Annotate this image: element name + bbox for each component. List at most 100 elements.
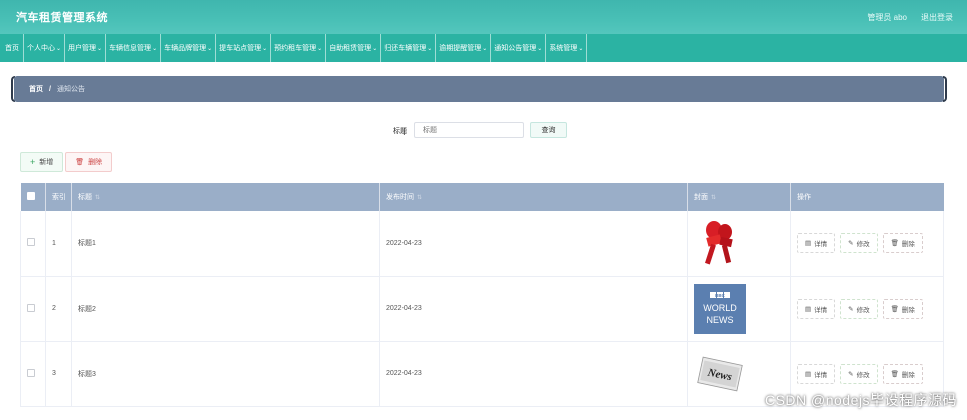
edit-button[interactable]: ✎ 修改 [840, 233, 878, 254]
header-date-label: 发布时间 [386, 194, 414, 201]
row-date: 2022-04-23 [379, 341, 688, 406]
header-cover-label: 封面 [694, 194, 708, 201]
delete-label: 删除 [88, 159, 103, 166]
row-ops: ▤ 详情 ✎ 修改 🗑 删除 [790, 276, 944, 341]
pencil-icon: ✎ [848, 240, 854, 248]
detail-icon: ▤ [805, 305, 812, 313]
detail-button[interactable]: ▤ 详情 [797, 363, 836, 384]
add-button[interactable]: + 新增 [20, 152, 64, 172]
row-checkbox[interactable] [27, 303, 35, 312]
select-all-cell [20, 183, 46, 211]
nav-item-returns[interactable]: 归还车辆管理 ⌄ [381, 34, 437, 62]
nav-item-self-rental[interactable]: 自助租赁管理 ⌄ [326, 34, 382, 62]
breadcrumb-edge [943, 76, 947, 102]
nav-label: 归还车辆管理 [384, 45, 427, 52]
detail-label: 详情 [814, 306, 828, 314]
search-input[interactable] [414, 122, 524, 138]
header-title[interactable]: 标题 ⇅ [71, 183, 380, 211]
nav-label: 自助租赁管理 [329, 45, 372, 52]
nav-item-profile[interactable]: 个人中心 ⌄ [24, 34, 66, 62]
breadcrumb-home[interactable]: 首页 [29, 84, 43, 94]
microphone-image [694, 218, 746, 269]
nav-label: 逾期提醒管理 [439, 45, 482, 52]
row-index: 3 [45, 341, 72, 406]
chevron-down-icon: ⌄ [97, 45, 103, 52]
sort-icon[interactable]: ⇅ [711, 195, 716, 201]
nav-label: 车辆品牌管理 [164, 45, 207, 52]
detail-button[interactable]: ▤ 详情 [797, 298, 836, 319]
detail-button[interactable]: ▤ 详情 [797, 233, 836, 254]
breadcrumb: 首页 / 通知公告 [11, 76, 947, 102]
nav-item-stations[interactable]: 提车站点管理 ⌄ [216, 34, 272, 62]
delete-button[interactable]: 🗑 删除 [882, 298, 923, 319]
detail-icon: ▤ [805, 240, 812, 248]
plus-icon: + [30, 157, 36, 167]
nav-label: 车辆信息管理 [109, 45, 152, 52]
edit-button[interactable]: ✎ 修改 [840, 363, 878, 384]
chevron-down-icon: ⌄ [56, 45, 62, 52]
sort-icon[interactable]: ⇅ [417, 195, 422, 201]
nav-label: 个人中心 [27, 45, 55, 52]
sort-icon[interactable]: ⇅ [95, 195, 100, 201]
header-user-area: 管理员 abo 退出登录 [867, 12, 953, 23]
nav-label: 提车站点管理 [219, 45, 262, 52]
row-checkbox[interactable] [27, 238, 35, 247]
header-date[interactable]: 发布时间 ⇅ [379, 183, 688, 211]
chevron-down-icon: ⌄ [482, 45, 488, 52]
row-title: 标题3 [71, 341, 380, 406]
chevron-down-icon: ⌄ [317, 45, 323, 52]
nav-item-overdue[interactable]: 逾期提醒管理 ⌄ [436, 34, 492, 62]
app-title: 汽车租赁管理系统 [16, 12, 108, 24]
top-header: 汽车租赁管理系统 管理员 abo 退出登录 [0, 0, 967, 34]
batch-delete-button[interactable]: 🗑 删除 [65, 152, 113, 172]
row-cover [687, 211, 791, 276]
select-all-checkbox[interactable] [26, 192, 35, 200]
edit-button[interactable]: ✎ 修改 [840, 298, 878, 319]
delete-label: 删除 [901, 306, 915, 314]
table-row: 1 标题1 2022-04-23 ▤ 详情 ✎ 修改 🗑 删除 [20, 211, 944, 276]
logout-link[interactable]: 退出登录 [921, 12, 953, 23]
trash-icon: 🗑 [890, 370, 899, 378]
breadcrumb-current: 通知公告 [56, 86, 85, 93]
chevron-down-icon: ⌄ [207, 45, 213, 52]
trash-icon: 🗑 [890, 305, 899, 313]
delete-label: 删除 [901, 241, 915, 249]
row-select-cell [20, 211, 46, 276]
search-form: 标题 I 查询 [0, 122, 967, 138]
table-row: 2 标题2 2022-04-23 BBC WORLD NEWS ▤ 详情 ✎ 修改 … [20, 276, 944, 341]
nav-item-home[interactable]: 首页 [2, 34, 24, 62]
detail-icon: ▤ [805, 370, 812, 378]
add-label: 新增 [39, 159, 54, 166]
detail-label: 详情 [814, 371, 828, 379]
nav-label: 通知公告管理 [494, 45, 537, 52]
trash-icon: 🗑 [890, 240, 899, 248]
world-text: WORLD [703, 303, 737, 313]
pencil-icon: ✎ [848, 305, 854, 313]
nav-label: 系统管理 [549, 45, 578, 52]
header-cover[interactable]: 封面 ⇅ [687, 183, 791, 211]
table-header-row: 索引 标题 ⇅ 发布时间 ⇅ 封面 ⇅ 操作 [20, 183, 944, 211]
nav-item-vehicles[interactable]: 车辆信息管理 ⌄ [106, 34, 162, 62]
current-user: 管理员 abo [867, 12, 907, 22]
nav-item-brands[interactable]: 车辆品牌管理 ⌄ [161, 34, 217, 62]
nav-item-notices[interactable]: 通知公告管理 ⌄ [491, 34, 547, 62]
row-date: 2022-04-23 [379, 276, 688, 341]
main-nav: 首页 个人中心 ⌄ 用户管理 ⌄ 车辆信息管理 ⌄ 车辆品牌管理 ⌄ 提车站点管理 ⌄ 预… [0, 34, 967, 62]
edit-label: 修改 [856, 241, 870, 249]
row-checkbox[interactable] [27, 368, 35, 377]
breadcrumb-separator: / [49, 85, 51, 93]
delete-button[interactable]: 🗑 删除 [882, 233, 923, 254]
header-ops: 操作 [797, 194, 811, 201]
pencil-icon: ✎ [848, 370, 854, 378]
nav-item-users[interactable]: 用户管理 ⌄ [65, 34, 107, 62]
bbc-world-news-image: BBC WORLD NEWS [694, 283, 746, 334]
detail-label: 详情 [814, 241, 828, 249]
row-select-cell [20, 276, 46, 341]
nav-item-system[interactable]: 系统管理 ⌄ [546, 34, 588, 62]
chevron-down-icon: ⌄ [537, 45, 543, 52]
nav-label: 预约租车管理 [274, 45, 317, 52]
delete-button[interactable]: 🗑 删除 [882, 363, 923, 384]
nav-item-reservations[interactable]: 预约租车管理 ⌄ [271, 34, 327, 62]
row-index: 1 [45, 211, 72, 276]
query-button[interactable]: 查询 [530, 122, 567, 138]
